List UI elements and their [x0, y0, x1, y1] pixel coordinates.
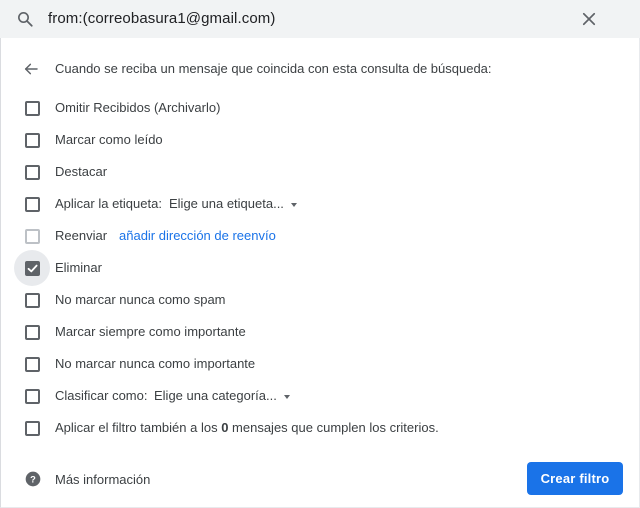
- option-label: Aplicar la etiqueta:: [55, 196, 162, 211]
- checkbox-skip-inbox[interactable]: [25, 101, 40, 116]
- checkbox-categorize[interactable]: [25, 389, 40, 404]
- arrow-back-icon[interactable]: [23, 61, 39, 77]
- checkbox-always-important[interactable]: [25, 325, 40, 340]
- more-info-link[interactable]: Más información: [55, 472, 150, 487]
- option-label: Marcar siempre como importante: [55, 324, 246, 339]
- close-icon[interactable]: [580, 10, 598, 28]
- option-delete[interactable]: Eliminar: [0, 250, 600, 286]
- checkbox-never-spam[interactable]: [25, 293, 40, 308]
- chevron-down-icon: [290, 202, 297, 207]
- label-select-value: Elige una etiqueta...: [169, 196, 284, 211]
- option-label: Destacar: [55, 164, 108, 179]
- checkmark-icon: [27, 264, 38, 273]
- chevron-down-icon: [283, 394, 290, 399]
- search-bar[interactable]: from:(correobasura1@gmail.com): [0, 0, 640, 39]
- option-label: Aplicar el filtro también a los 0 mensaj…: [55, 420, 439, 435]
- category-select-value: Elige una categoría...: [154, 388, 277, 403]
- option-never-spam[interactable]: No marcar nunca como spam: [0, 289, 600, 311]
- option-label: Marcar como leído: [55, 132, 163, 147]
- option-label: No marcar nunca como spam: [55, 292, 226, 307]
- option-label: Eliminar: [55, 260, 102, 275]
- filter-header-text: Cuando se reciba un mensaje que coincida…: [55, 61, 492, 76]
- add-forwarding-address-link[interactable]: añadir dirección de reenvío: [119, 228, 276, 243]
- help-circle-icon[interactable]: ?: [25, 471, 41, 487]
- checkbox-never-important[interactable]: [25, 357, 40, 372]
- option-label: Clasificar como:: [55, 388, 148, 403]
- option-apply-to-existing[interactable]: Aplicar el filtro también a los 0 mensaj…: [0, 417, 600, 439]
- option-never-important[interactable]: No marcar nunca como importante: [0, 353, 600, 375]
- option-mark-read[interactable]: Marcar como leído: [0, 129, 600, 151]
- checkbox-apply-label[interactable]: [25, 197, 40, 212]
- option-skip-inbox[interactable]: Omitir Recibidos (Archivarlo): [0, 97, 600, 119]
- option-label-before: Aplicar el filtro también a los: [55, 420, 222, 435]
- option-forward: Reenviar añadir dirección de reenvío: [0, 225, 600, 247]
- option-star[interactable]: Destacar: [0, 161, 600, 183]
- checkbox-star[interactable]: [25, 165, 40, 180]
- checkbox-forward: [25, 229, 40, 244]
- search-icon[interactable]: [16, 10, 34, 28]
- svg-text:?: ?: [30, 474, 36, 484]
- option-label: Reenviar: [55, 228, 108, 243]
- label-select[interactable]: Elige una etiqueta...: [169, 196, 297, 211]
- option-label-after: mensajes que cumplen los criterios.: [228, 420, 439, 435]
- option-label: No marcar nunca como importante: [55, 356, 256, 371]
- option-apply-label[interactable]: Aplicar la etiqueta: Elige una etiqueta.…: [0, 193, 600, 215]
- search-query[interactable]: from:(correobasura1@gmail.com): [48, 10, 275, 27]
- checkbox-apply-to-existing[interactable]: [25, 421, 40, 436]
- category-select[interactable]: Elige una categoría...: [154, 388, 290, 403]
- option-label: Omitir Recibidos (Archivarlo): [55, 100, 221, 115]
- checkbox-mark-read[interactable]: [25, 133, 40, 148]
- option-always-important[interactable]: Marcar siempre como importante: [0, 321, 600, 343]
- checkbox-delete[interactable]: [25, 261, 40, 276]
- option-categorize[interactable]: Clasificar como: Elige una categoría...: [0, 385, 600, 407]
- create-filter-button[interactable]: Crear filtro: [527, 462, 623, 495]
